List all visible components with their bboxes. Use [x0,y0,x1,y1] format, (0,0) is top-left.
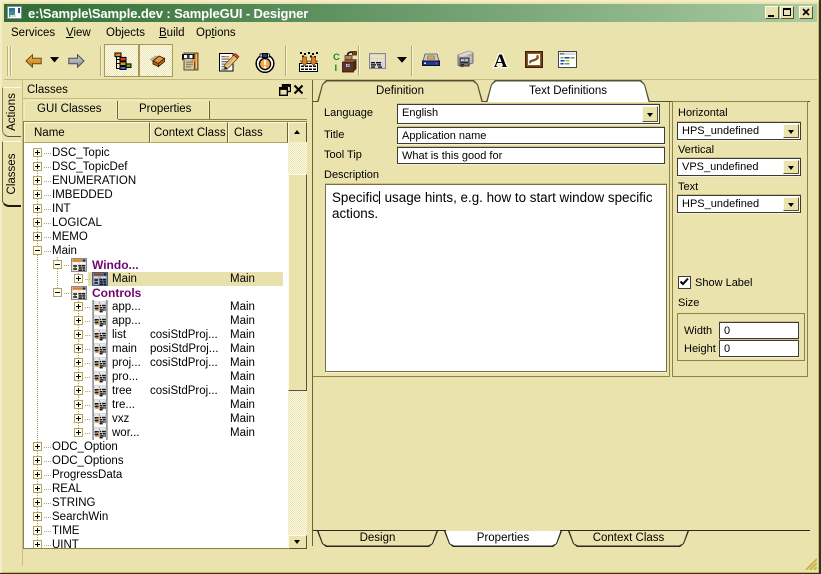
svg-text:C: C [333,52,340,63]
svg-text:I: I [335,63,338,73]
svg-text:A: A [494,51,508,69]
